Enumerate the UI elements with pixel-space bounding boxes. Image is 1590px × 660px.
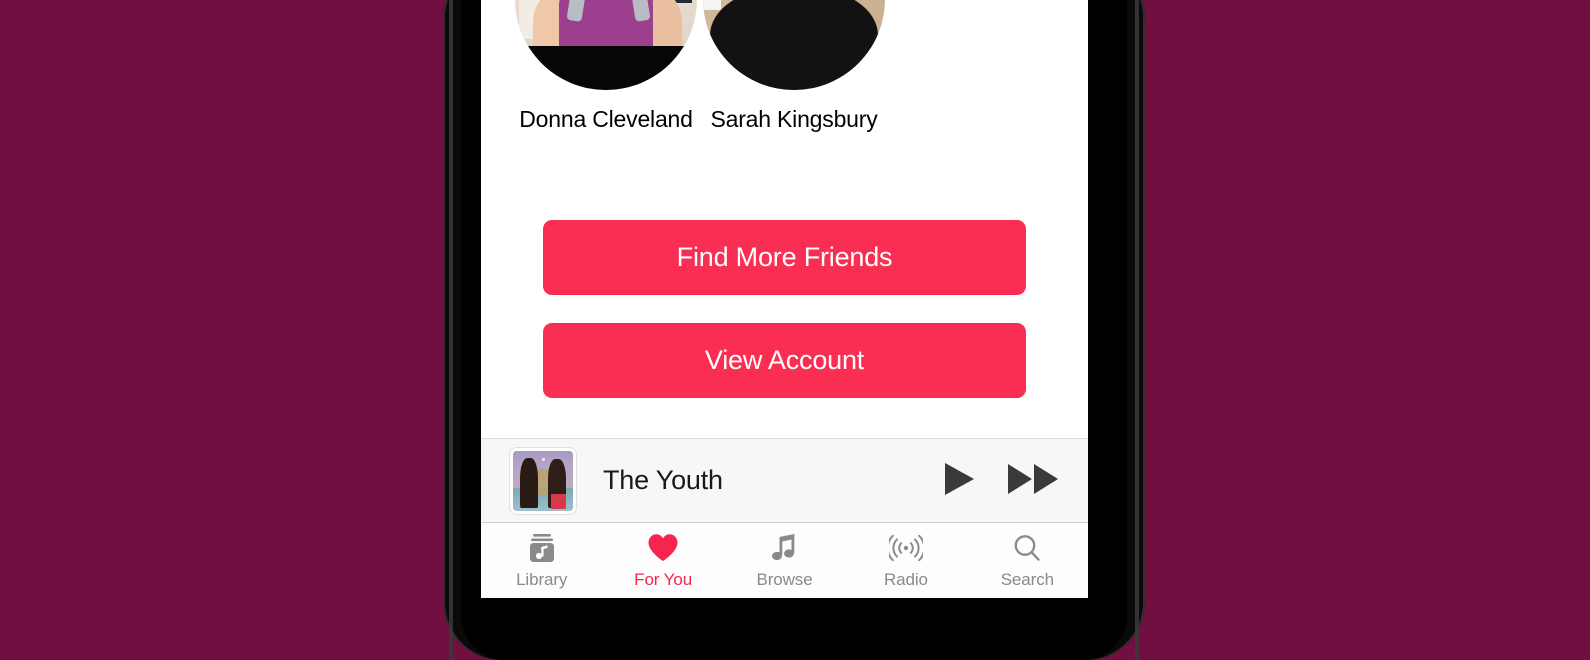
album-artwork[interactable] xyxy=(510,447,576,514)
phone-screen: Donna Cleveland Sarah Kingsbury Find Mor… xyxy=(481,0,1088,598)
heart-icon xyxy=(647,532,679,564)
play-icon xyxy=(942,461,976,500)
track-title: The Youth xyxy=(603,465,723,495)
radio-waves-icon xyxy=(888,532,923,564)
avatar-detail xyxy=(703,0,722,10)
tab-library[interactable]: Library xyxy=(481,524,602,598)
tab-label: Search xyxy=(1000,570,1054,589)
tab-bar: Library For You Browse Radio Search xyxy=(481,524,1088,598)
view-account-button[interactable]: View Account xyxy=(543,323,1026,398)
friend-name: Sarah Kingsbury xyxy=(710,106,878,132)
tab-label: Library xyxy=(516,570,568,589)
friend-name: Donna Cleveland xyxy=(519,106,693,132)
library-icon xyxy=(528,532,556,564)
tab-browse[interactable]: Browse xyxy=(724,524,845,598)
music-note-icon xyxy=(771,532,799,564)
now-playing-bar[interactable]: The Youth xyxy=(481,438,1088,523)
tab-label: For You xyxy=(634,570,693,589)
friends-list: Donna Cleveland Sarah Kingsbury xyxy=(481,0,1088,133)
search-icon xyxy=(1012,532,1042,564)
friend-item-sarah-kingsbury[interactable]: Sarah Kingsbury xyxy=(700,0,888,133)
friend-item-donna-cleveland[interactable]: Donna Cleveland xyxy=(512,0,700,133)
avatar-detail xyxy=(515,46,697,90)
tab-for-you[interactable]: For You xyxy=(602,524,723,598)
tab-radio[interactable]: Radio xyxy=(845,524,966,598)
tab-search[interactable]: Search xyxy=(967,524,1088,598)
album-art-detail xyxy=(520,457,539,509)
avatar-detail xyxy=(757,0,831,21)
avatar[interactable] xyxy=(515,0,697,90)
album-art-detail xyxy=(551,493,566,510)
account-actions: Find More Friends View Account xyxy=(543,220,1026,398)
fast-forward-button[interactable] xyxy=(1006,461,1060,500)
tab-label: Radio xyxy=(883,570,928,589)
find-more-friends-button[interactable]: Find More Friends xyxy=(543,220,1026,295)
fast-forward-icon xyxy=(1006,461,1060,500)
play-button[interactable] xyxy=(942,461,976,500)
avatar[interactable] xyxy=(703,0,885,90)
tab-label: Browse xyxy=(756,570,813,589)
